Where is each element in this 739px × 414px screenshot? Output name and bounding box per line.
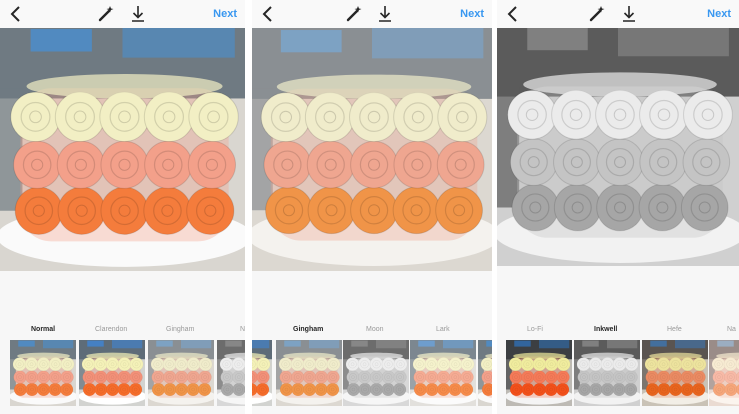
edit-screen-gingham: Next Gingham Moon Lark (252, 0, 492, 414)
photo-preview (0, 28, 245, 271)
magic-wand-icon[interactable] (588, 5, 606, 23)
filter-label[interactable]: Gingham (166, 326, 194, 333)
filter-label[interactable]: Normal (31, 326, 55, 333)
magic-wand-icon[interactable] (97, 5, 115, 23)
filter-thumbnail-lark[interactable] (410, 340, 476, 406)
back-chevron-icon[interactable] (505, 4, 521, 24)
filter-thumbnail-clarendon[interactable] (79, 340, 145, 406)
magic-wand-icon[interactable] (345, 5, 363, 23)
filter-label[interactable]: Inkwell (594, 326, 617, 333)
photo-preview (497, 28, 739, 266)
filter-label[interactable]: Gingham (293, 326, 323, 333)
filter-label[interactable]: N (240, 326, 245, 333)
filter-thumbnail-normal[interactable] (10, 340, 76, 406)
filter-thumbnail-strip (252, 340, 492, 406)
download-icon[interactable] (621, 4, 637, 24)
next-button[interactable]: Next (707, 8, 731, 20)
download-icon[interactable] (130, 4, 146, 24)
filter-label[interactable]: Na (727, 326, 736, 333)
top-bar: Next (252, 0, 492, 28)
filter-thumbnail-reyes[interactable] (478, 340, 492, 406)
filter-label[interactable]: Moon (366, 326, 384, 333)
edit-screen-inkwell: Next Lo-Fi Inkwell Hefe Na (497, 0, 739, 414)
next-button[interactable]: Next (460, 8, 484, 20)
filter-label[interactable]: Lark (436, 326, 450, 333)
filter-name-row: Gingham Moon Lark (252, 326, 492, 340)
top-bar: Next (497, 0, 739, 28)
filter-thumbnail-nashville[interactable] (709, 340, 739, 406)
filter-thumbnail-lo-fi[interactable] (506, 340, 572, 406)
photo-preview (252, 28, 492, 271)
filter-thumbnail-strip (497, 340, 739, 406)
back-chevron-icon[interactable] (8, 4, 24, 24)
filter-label[interactable]: Hefe (667, 326, 682, 333)
filter-thumbnail-clarendon[interactable] (252, 340, 272, 406)
filter-thumbnail-strip (0, 340, 245, 406)
download-icon[interactable] (377, 4, 393, 24)
next-button[interactable]: Next (213, 8, 237, 20)
filter-thumbnail-gingham[interactable] (276, 340, 342, 406)
back-chevron-icon[interactable] (260, 4, 276, 24)
filter-thumbnail-moon[interactable] (217, 340, 245, 406)
filter-label[interactable]: Lo-Fi (527, 326, 543, 333)
filter-thumbnail-hefe[interactable] (642, 340, 708, 406)
edit-screen-normal: Next Normal Clarendon Gingham N (0, 0, 245, 414)
filter-label[interactable]: Clarendon (95, 326, 127, 333)
filter-name-row: Normal Clarendon Gingham N (0, 326, 245, 340)
filter-thumbnail-moon[interactable] (343, 340, 409, 406)
top-bar: Next (0, 0, 245, 28)
filter-name-row: Lo-Fi Inkwell Hefe Na (497, 326, 739, 340)
filter-thumbnail-inkwell[interactable] (574, 340, 640, 406)
filter-thumbnail-gingham[interactable] (148, 340, 214, 406)
